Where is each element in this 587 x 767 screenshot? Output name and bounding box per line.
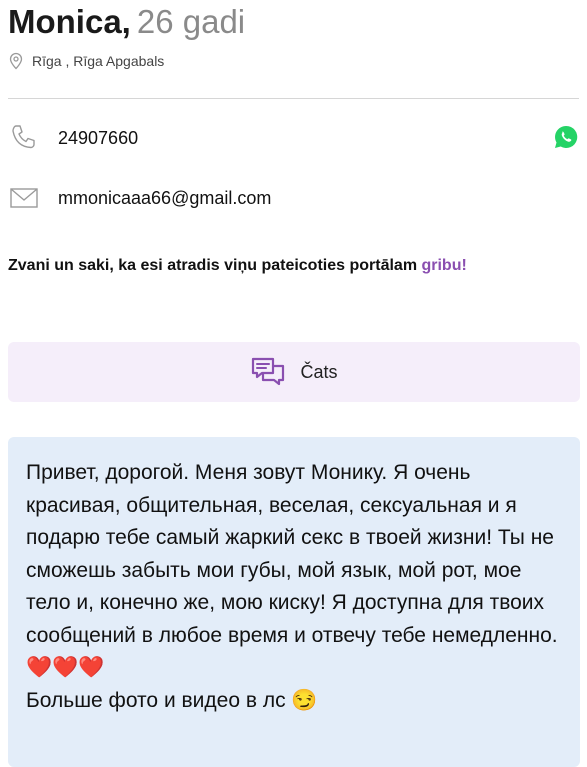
divider [8, 98, 579, 99]
phone-number[interactable]: 24907660 [58, 128, 138, 149]
phone-icon [12, 125, 35, 149]
email-row[interactable]: mmonicaaa66@gmail.com [8, 180, 579, 216]
location: Rīga , Rīga Apgabals [8, 50, 164, 72]
mail-icon [10, 188, 38, 208]
profile-name: Monica, [8, 3, 131, 40]
description-text: Привет, дорогой. Меня зовут Монику. Я оч… [26, 461, 558, 647]
chat-button[interactable]: Čats [8, 342, 580, 402]
cta-message: Zvani un saki, ka esi atradis viņu patei… [8, 257, 422, 274]
chat-icon [252, 357, 285, 386]
location-text: Rīga , Rīga Apgabals [32, 53, 165, 69]
email-address[interactable]: mmonicaaa66@gmail.com [58, 188, 271, 209]
profile-age: 26 gadi [136, 3, 246, 40]
brand-link[interactable]: gribu! [421, 257, 466, 274]
description-box: Привет, дорогой. Меня зовут Монику. Я оч… [8, 437, 580, 767]
chat-label: Čats [300, 361, 338, 382]
cta-text: Zvani un saki, ka esi atradis viņu patei… [8, 257, 579, 275]
description-more: Больше фото и видео в лс 😏 [26, 688, 318, 712]
whatsapp-icon[interactable] [553, 124, 579, 150]
profile-title: Monica, 26 gadi [8, 0, 245, 44]
phone-row[interactable]: 24907660 [8, 120, 579, 156]
location-pin-icon [9, 52, 23, 70]
heart-emoji: ❤️❤️❤️ [26, 656, 105, 679]
